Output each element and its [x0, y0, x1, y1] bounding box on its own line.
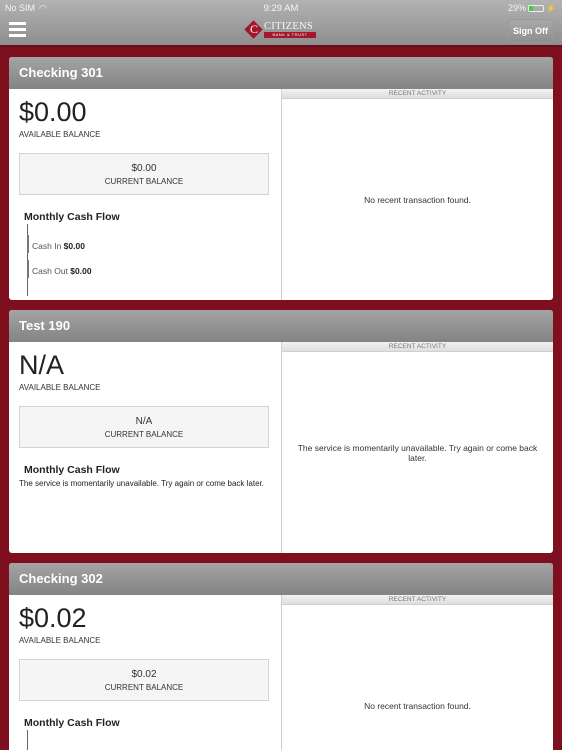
- current-balance-amount: $0.02: [131, 669, 157, 680]
- available-balance-amount: N/A: [19, 350, 65, 380]
- cash-in-value: $0.00: [63, 241, 85, 251]
- cash-flow-axis: [27, 730, 28, 750]
- current-balance-box: N/A CURRENT BALANCE: [19, 406, 269, 448]
- cash-in-bar: [27, 235, 29, 253]
- battery-icon: [528, 4, 545, 12]
- recent-activity-header: RECENT ACTIVITY: [282, 89, 553, 99]
- status-bar: No SIM ◠ 9:29 AM 29% ⚡: [0, 0, 562, 16]
- current-balance-label: CURRENT BALANCE: [104, 683, 184, 692]
- current-balance-amount: N/A: [135, 416, 153, 427]
- account-card[interactable]: Checking 302 $0.02 AVAILABLE BALANCE $0.…: [9, 563, 553, 750]
- battery-percent: 29%: [508, 3, 527, 13]
- available-balance-amount: $0.00: [19, 97, 87, 127]
- cash-out-bar: [27, 260, 29, 278]
- available-balance-label: AVAILABLE BALANCE: [19, 636, 101, 645]
- available-balance-label: AVAILABLE BALANCE: [19, 383, 101, 392]
- recent-activity-panel: RECENT ACTIVITY No recent transaction fo…: [281, 89, 553, 300]
- recent-activity-message: No recent transaction found.: [364, 195, 471, 205]
- cash-in-row: Cash In $0.00: [32, 241, 85, 251]
- available-balance-amount: $0.02: [19, 603, 87, 633]
- app-header: No SIM ◠ 9:29 AM 29% ⚡ C CITIZENS BANK & …: [0, 0, 562, 47]
- clock: 9:29 AM: [263, 3, 299, 14]
- account-card[interactable]: Checking 301 $0.00 AVAILABLE BALANCE $0.…: [9, 57, 553, 300]
- cash-out-row: Cash Out $0.00: [32, 266, 92, 276]
- cash-flow-error-message: The service is momentarily unavailable. …: [19, 479, 264, 488]
- recent-activity-header: RECENT ACTIVITY: [282, 595, 553, 605]
- logo-letter: C: [249, 22, 258, 36]
- recent-activity-panel: RECENT ACTIVITY No recent transaction fo…: [281, 595, 553, 750]
- current-balance-box: $0.00 CURRENT BALANCE: [19, 153, 269, 195]
- recent-activity-header: RECENT ACTIVITY: [282, 342, 553, 352]
- balance-panel: $0.02 AVAILABLE BALANCE $0.02 CURRENT BA…: [9, 595, 281, 750]
- available-balance-label: AVAILABLE BALANCE: [19, 130, 101, 139]
- monthly-cash-flow-title: Monthly Cash Flow: [24, 211, 120, 223]
- current-balance-box: $0.02 CURRENT BALANCE: [19, 659, 269, 701]
- battery-fill: [529, 5, 534, 11]
- account-title[interactable]: Test 190: [9, 310, 553, 342]
- logo-name: CITIZENS: [264, 21, 314, 32]
- citizens-logo: C CITIZENS BANK & TRUST: [244, 20, 320, 39]
- hamburger-menu-icon[interactable]: [9, 22, 26, 37]
- monthly-cash-flow-title: Monthly Cash Flow: [24, 464, 120, 476]
- cash-out-label: Cash Out: [32, 266, 68, 276]
- cash-in-label: Cash In: [32, 241, 62, 251]
- logo-subtitle: BANK & TRUST: [264, 32, 316, 38]
- battery-status: 29% ⚡: [508, 3, 556, 13]
- current-balance-label: CURRENT BALANCE: [104, 177, 184, 186]
- recent-activity-message: The service is momentarily unavailable. …: [297, 443, 538, 463]
- balance-panel: N/A AVAILABLE BALANCE N/A CURRENT BALANC…: [9, 342, 281, 553]
- current-balance-amount: $0.00: [131, 163, 157, 174]
- account-title[interactable]: Checking 302: [9, 563, 553, 595]
- sign-off-button[interactable]: Sign Off: [508, 19, 553, 43]
- account-title[interactable]: Checking 301: [9, 57, 553, 89]
- account-card[interactable]: Test 190 N/A AVAILABLE BALANCE N/A CURRE…: [9, 310, 553, 553]
- monthly-cash-flow-title: Monthly Cash Flow: [24, 717, 120, 729]
- current-balance-label: CURRENT BALANCE: [104, 430, 184, 439]
- charging-icon: ⚡: [546, 3, 556, 13]
- recent-activity-panel: RECENT ACTIVITY The service is momentari…: [281, 342, 553, 553]
- recent-activity-message: No recent transaction found.: [364, 701, 471, 711]
- balance-panel: $0.00 AVAILABLE BALANCE $0.00 CURRENT BA…: [9, 89, 281, 300]
- cash-out-value: $0.00: [70, 266, 92, 276]
